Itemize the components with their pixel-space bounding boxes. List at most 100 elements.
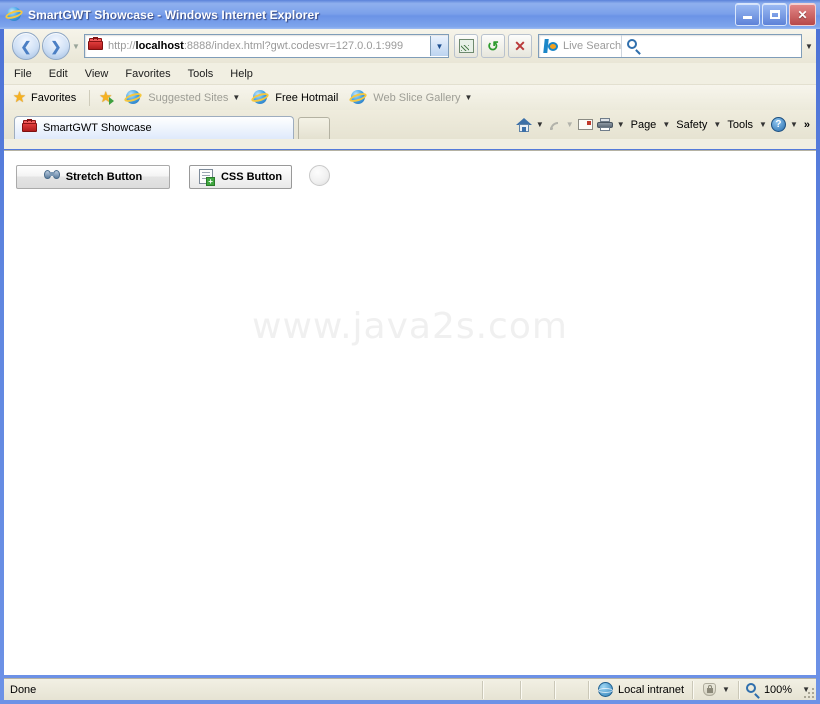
search-input[interactable]: Live Search bbox=[563, 40, 621, 52]
close-button[interactable]: ✕ bbox=[789, 3, 816, 26]
help-icon: ? bbox=[770, 117, 786, 132]
back-button[interactable]: ❮ bbox=[12, 32, 40, 60]
print-button[interactable]: ▼ bbox=[596, 118, 625, 131]
chevron-down-icon: ▼ bbox=[565, 120, 574, 129]
chevron-down-icon[interactable]: ▼ bbox=[662, 120, 670, 129]
status-bar: Done Local intranet ▼ 100% ▼ bbox=[4, 678, 816, 700]
menu-item-tools[interactable]: Tools bbox=[188, 68, 214, 80]
favorites-label: Favorites bbox=[31, 91, 77, 104]
maximize-button[interactable] bbox=[762, 3, 787, 26]
resize-grip[interactable] bbox=[802, 686, 814, 698]
favorites-item-label: Web Slice Gallery bbox=[373, 91, 461, 104]
home-icon bbox=[515, 117, 532, 132]
css-button-label: CSS Button bbox=[220, 171, 283, 183]
stretch-button-label: Stretch Button bbox=[65, 171, 143, 183]
safety-menu-label: Safety bbox=[676, 118, 708, 131]
help-menu-button[interactable]: ? ▼ bbox=[770, 117, 798, 132]
menu-item-edit[interactable]: Edit bbox=[49, 68, 68, 80]
chevron-down-icon[interactable]: ▼ bbox=[713, 120, 721, 129]
add-to-favorites-bar-button[interactable] bbox=[98, 91, 115, 105]
minimize-button[interactable] bbox=[735, 3, 760, 26]
chevron-down-icon[interactable]: ▼ bbox=[536, 120, 544, 129]
toolbox-icon bbox=[88, 37, 104, 54]
window-title: SmartGWT Showcase - Windows Internet Exp… bbox=[28, 7, 320, 22]
command-bar: ▼ ▼ ▼ Page ▼ Safety ▼ Tools ▼ ? ▼ » bbox=[512, 110, 816, 139]
menu-item-help[interactable]: Help bbox=[230, 68, 253, 80]
tools-menu-label: Tools bbox=[727, 118, 754, 131]
search-box[interactable]: Live Search bbox=[538, 34, 802, 58]
star-add-icon bbox=[98, 91, 115, 105]
favorites-item-label: Free Hotmail bbox=[275, 91, 339, 104]
tab-smartgwt-showcase[interactable]: SmartGWT Showcase bbox=[14, 116, 294, 139]
tab-label: SmartGWT Showcase bbox=[43, 122, 152, 134]
mail-icon bbox=[577, 119, 593, 130]
chevron-down-icon[interactable]: ▼ bbox=[722, 685, 730, 694]
css-button[interactable]: + CSS Button bbox=[189, 165, 292, 189]
chevron-down-icon[interactable]: ▼ bbox=[232, 93, 240, 102]
safety-menu-button[interactable]: Safety ▼ bbox=[674, 119, 721, 131]
ie-page-icon bbox=[351, 89, 367, 106]
url-scheme: http:// bbox=[108, 40, 136, 52]
ie-logo-icon bbox=[126, 89, 142, 106]
navigation-bar: ❮ ❯ ▼ http://localhost:8888/index.html?g… bbox=[4, 29, 816, 63]
stretch-button[interactable]: Stretch Button bbox=[16, 165, 170, 189]
refresh-button[interactable]: ↺ bbox=[481, 34, 505, 58]
favorites-bar: Favorites Suggested Sites ▼ Free Hotmail… bbox=[4, 84, 816, 110]
url-host: localhost bbox=[135, 40, 184, 52]
status-message: Done bbox=[10, 683, 37, 696]
compatibility-view-button[interactable] bbox=[454, 34, 478, 58]
forward-button[interactable]: ❯ bbox=[42, 32, 70, 60]
tab-bar: SmartGWT Showcase ▼ ▼ ▼ Page ▼ Safety ▼ … bbox=[4, 110, 816, 139]
watermark: www.java2s.com bbox=[252, 306, 568, 347]
favorites-item-web-slice-gallery[interactable]: Web Slice Gallery ▼ bbox=[347, 89, 472, 106]
address-bar[interactable]: http://localhost:8888/index.html?gwt.cod… bbox=[84, 34, 449, 58]
stop-button[interactable]: ✕ bbox=[508, 34, 532, 58]
command-bar-overflow-button[interactable]: » bbox=[804, 119, 810, 131]
address-dropdown-icon[interactable]: ▼ bbox=[430, 36, 448, 56]
ie-logo-icon bbox=[7, 6, 23, 23]
address-text: http://localhost:8888/index.html?gwt.cod… bbox=[108, 40, 430, 52]
favorites-button[interactable]: Favorites bbox=[12, 91, 76, 105]
page-menu-label: Page bbox=[630, 118, 657, 131]
chevron-down-icon[interactable]: ▼ bbox=[759, 120, 767, 129]
window-controls: ✕ bbox=[735, 3, 816, 26]
star-icon bbox=[12, 91, 27, 105]
menu-item-file[interactable]: File bbox=[14, 68, 32, 80]
zoom-level-label: 100% bbox=[763, 683, 793, 696]
chevron-down-icon[interactable]: ▼ bbox=[464, 93, 472, 102]
security-zone-label: Local intranet bbox=[617, 683, 685, 696]
chevron-down-icon[interactable]: ▼ bbox=[790, 120, 798, 129]
menu-item-view[interactable]: View bbox=[85, 68, 109, 80]
menu-item-favorites[interactable]: Favorites bbox=[125, 68, 170, 80]
showcase-toolbar: Stretch Button + CSS Button bbox=[4, 151, 816, 191]
feeds-button[interactable]: ▼ bbox=[548, 118, 574, 132]
history-dropdown-icon[interactable]: ▼ bbox=[70, 42, 82, 51]
security-zone[interactable]: Local intranet bbox=[590, 682, 692, 697]
new-tab-button[interactable] bbox=[298, 117, 330, 139]
divider bbox=[481, 680, 484, 699]
divider bbox=[89, 89, 91, 106]
read-mail-button[interactable] bbox=[577, 119, 593, 130]
favorites-item-suggested-sites[interactable]: Suggested Sites ▼ bbox=[122, 89, 240, 106]
browser-chrome: ❮ ❯ ▼ http://localhost:8888/index.html?g… bbox=[4, 29, 816, 149]
favorites-item-free-hotmail[interactable]: Free Hotmail bbox=[249, 89, 339, 106]
rss-icon bbox=[548, 118, 562, 132]
home-button[interactable]: ▼ bbox=[515, 117, 544, 132]
lock-icon bbox=[702, 682, 718, 697]
search-options-dropdown-icon[interactable]: ▼ bbox=[802, 35, 816, 57]
search-go-button[interactable] bbox=[621, 35, 646, 57]
menu-bar: File Edit View Favorites Tools Help bbox=[4, 63, 816, 84]
divider bbox=[553, 680, 556, 699]
tools-menu-button[interactable]: Tools ▼ bbox=[725, 119, 767, 131]
printer-icon bbox=[596, 118, 613, 131]
globe-icon bbox=[597, 682, 613, 697]
toolbox-icon bbox=[22, 119, 38, 136]
page-viewport: Stretch Button + CSS Button www.java2s.c… bbox=[4, 150, 816, 675]
favorites-item-label: Suggested Sites bbox=[148, 91, 229, 104]
page-menu-button[interactable]: Page ▼ bbox=[629, 119, 671, 131]
document-add-icon: + bbox=[198, 169, 215, 186]
protected-mode-indicator[interactable]: ▼ bbox=[694, 682, 738, 697]
round-button[interactable] bbox=[309, 165, 330, 186]
chevron-down-icon[interactable]: ▼ bbox=[617, 120, 625, 129]
browser-window: SmartGWT Showcase - Windows Internet Exp… bbox=[0, 0, 820, 704]
